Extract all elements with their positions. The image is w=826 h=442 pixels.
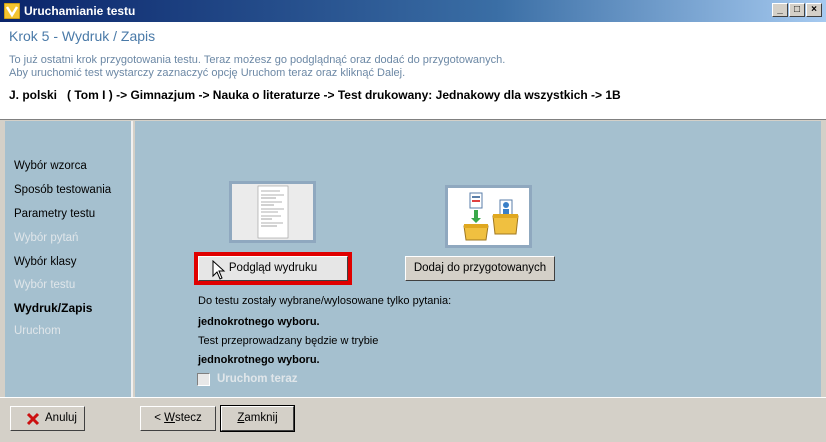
nav-step-wybor-testu: Wybór testu: [14, 279, 76, 291]
maximize-button[interactable]: □: [789, 3, 805, 17]
document-page-icon: [232, 184, 313, 240]
wizard-steps-panel: Wybór wzorca Sposób testowania Parametry…: [5, 121, 133, 397]
back-prefix: <: [154, 412, 165, 424]
close-rest: amknij: [244, 412, 278, 424]
wizard-footer: Anuluj < Wstecz Zamknij: [0, 397, 826, 442]
info-line-3: Test przeprowadzany będzie w trybie: [198, 335, 379, 347]
step-description-line-1: To już ostatni krok przygotowania testu.…: [9, 54, 506, 66]
minimize-button[interactable]: _: [772, 3, 788, 17]
run-now-label: Uruchom teraz: [217, 373, 298, 385]
title-bar[interactable]: Uruchamianie testu _ □ ×: [0, 0, 826, 22]
info-line-4: jednokrotnego wyboru.: [198, 354, 320, 366]
step-description-line-2: Aby uruchomić test wystarczy zaznaczyć o…: [9, 67, 406, 79]
info-line-1: Do testu zostały wybrane/wylosowane tylk…: [198, 295, 452, 307]
window-title: Uruchamianie testu: [24, 4, 136, 18]
cancel-label: Anuluj: [45, 412, 77, 424]
back-accel: W: [164, 412, 175, 424]
nav-step-parametry-testu[interactable]: Parametry testu: [14, 208, 95, 220]
nav-step-sposob-testowania[interactable]: Sposób testowania: [14, 184, 111, 196]
tray-documents-icon: [463, 192, 519, 241]
nav-step-uruchom: Uruchom: [14, 325, 61, 337]
add-to-prepared-button[interactable]: Dodaj do przygotowanych: [405, 256, 555, 281]
test-path-breadcrumb: J. polski ( Tom I ) -> Gimnazjum -> Nauk…: [9, 88, 621, 102]
run-now-checkbox[interactable]: [197, 373, 210, 386]
cancel-button[interactable]: Anuluj: [10, 406, 85, 431]
app-icon: [4, 3, 20, 19]
nav-step-wybor-wzorca[interactable]: Wybór wzorca: [14, 160, 87, 172]
wizard-header: Krok 5 - Wydruk / Zapis To już ostatni k…: [0, 22, 826, 120]
cancel-x-icon: [26, 412, 40, 426]
mouse-cursor-icon: [212, 260, 226, 280]
add-to-prepared-thumbnail: [445, 185, 532, 248]
nav-step-wybor-pytan: Wybór pytań: [14, 232, 79, 244]
close-window-button[interactable]: ×: [806, 3, 822, 17]
close-button[interactable]: Zamknij: [220, 405, 295, 432]
nav-step-wybor-klasy[interactable]: Wybór klasy: [14, 256, 77, 268]
nav-step-wydruk-zapis[interactable]: Wydruk/Zapis: [14, 301, 92, 315]
step-title: Krok 5 - Wydruk / Zapis: [9, 28, 156, 44]
print-preview-thumbnail: [229, 181, 316, 243]
back-button[interactable]: < Wstecz: [140, 406, 216, 431]
back-rest: stecz: [174, 412, 202, 424]
info-line-2: jednokrotnego wyboru.: [198, 316, 320, 328]
